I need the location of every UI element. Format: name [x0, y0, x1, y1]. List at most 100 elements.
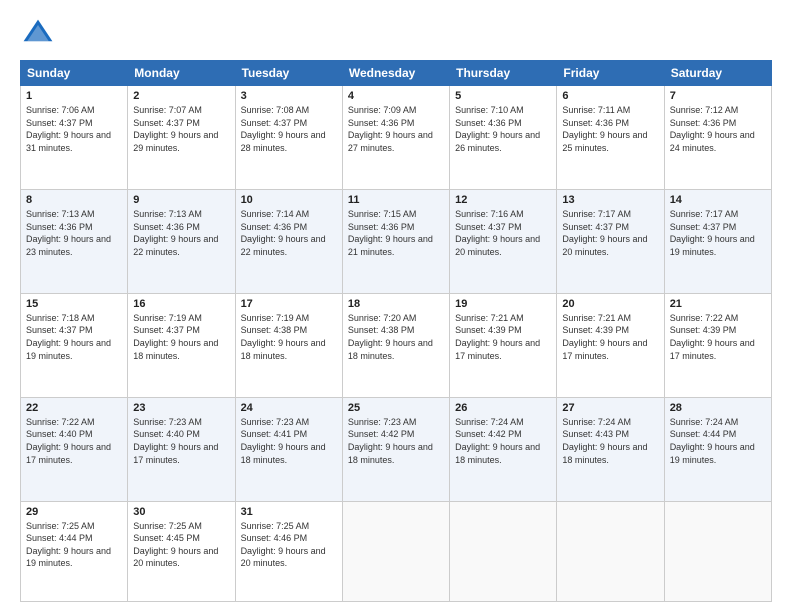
calendar-cell: 3 Sunrise: 7:08 AMSunset: 4:37 PMDaylight…	[235, 86, 342, 190]
day-info: Sunrise: 7:18 AMSunset: 4:37 PMDaylight:…	[26, 312, 122, 362]
calendar-cell: 4 Sunrise: 7:09 AMSunset: 4:36 PMDaylight…	[342, 86, 449, 190]
day-info: Sunrise: 7:19 AMSunset: 4:37 PMDaylight:…	[133, 312, 229, 362]
calendar-cell	[664, 501, 771, 601]
calendar-cell: 19 Sunrise: 7:21 AMSunset: 4:39 PMDayligh…	[450, 293, 557, 397]
day-info: Sunrise: 7:21 AMSunset: 4:39 PMDaylight:…	[455, 312, 551, 362]
logo-icon	[20, 16, 56, 52]
day-info: Sunrise: 7:13 AMSunset: 4:36 PMDaylight:…	[26, 208, 122, 258]
day-number: 12	[455, 194, 551, 206]
calendar-cell: 1 Sunrise: 7:06 AMSunset: 4:37 PMDaylight…	[21, 86, 128, 190]
logo	[20, 16, 60, 52]
day-number: 15	[26, 298, 122, 310]
day-info: Sunrise: 7:25 AMSunset: 4:44 PMDaylight:…	[26, 520, 122, 570]
calendar-cell: 20Sunrise: 7:21 AMSunset: 4:39 PMDayligh…	[557, 293, 664, 397]
day-info: Sunrise: 7:10 AMSunset: 4:36 PMDaylight:…	[455, 104, 551, 154]
weekday-header-thursday: Thursday	[450, 61, 557, 86]
day-info: Sunrise: 7:09 AMSunset: 4:36 PMDaylight:…	[348, 104, 444, 154]
day-info: Sunrise: 7:23 AMSunset: 4:42 PMDaylight:…	[348, 416, 444, 466]
day-number: 11	[348, 194, 444, 206]
day-info: Sunrise: 7:25 AMSunset: 4:46 PMDaylight:…	[241, 520, 337, 570]
day-number: 29	[26, 506, 122, 518]
calendar-cell: 18 Sunrise: 7:20 AMSunset: 4:38 PMDayligh…	[342, 293, 449, 397]
calendar-cell: 15 Sunrise: 7:18 AMSunset: 4:37 PMDayligh…	[21, 293, 128, 397]
calendar-week-3: 15 Sunrise: 7:18 AMSunset: 4:37 PMDayligh…	[21, 293, 772, 397]
calendar-cell: 28Sunrise: 7:24 AMSunset: 4:44 PMDayligh…	[664, 397, 771, 501]
calendar-cell: 8 Sunrise: 7:13 AMSunset: 4:36 PMDaylight…	[21, 189, 128, 293]
calendar-cell: 5 Sunrise: 7:10 AMSunset: 4:36 PMDaylight…	[450, 86, 557, 190]
calendar-cell: 24 Sunrise: 7:23 AMSunset: 4:41 PMDayligh…	[235, 397, 342, 501]
calendar-cell: 21Sunrise: 7:22 AMSunset: 4:39 PMDayligh…	[664, 293, 771, 397]
day-number: 14	[670, 194, 766, 206]
day-info: Sunrise: 7:23 AMSunset: 4:41 PMDaylight:…	[241, 416, 337, 466]
weekday-header-friday: Friday	[557, 61, 664, 86]
day-number: 31	[241, 506, 337, 518]
day-info: Sunrise: 7:06 AMSunset: 4:37 PMDaylight:…	[26, 104, 122, 154]
day-number: 9	[133, 194, 229, 206]
day-info: Sunrise: 7:11 AMSunset: 4:36 PMDaylight:…	[562, 104, 658, 154]
calendar-cell	[450, 501, 557, 601]
day-info: Sunrise: 7:15 AMSunset: 4:36 PMDaylight:…	[348, 208, 444, 258]
day-number: 13	[562, 194, 658, 206]
day-number: 3	[241, 90, 337, 102]
day-number: 10	[241, 194, 337, 206]
weekday-header-tuesday: Tuesday	[235, 61, 342, 86]
day-number: 7	[670, 90, 766, 102]
calendar-cell: 12 Sunrise: 7:16 AMSunset: 4:37 PMDayligh…	[450, 189, 557, 293]
calendar-week-5: 29 Sunrise: 7:25 AMSunset: 4:44 PMDayligh…	[21, 501, 772, 601]
calendar-cell: 17 Sunrise: 7:19 AMSunset: 4:38 PMDayligh…	[235, 293, 342, 397]
header	[20, 16, 772, 52]
calendar-cell: 9 Sunrise: 7:13 AMSunset: 4:36 PMDaylight…	[128, 189, 235, 293]
day-number: 5	[455, 90, 551, 102]
day-info: Sunrise: 7:16 AMSunset: 4:37 PMDaylight:…	[455, 208, 551, 258]
calendar-cell	[557, 501, 664, 601]
calendar-cell: 29 Sunrise: 7:25 AMSunset: 4:44 PMDayligh…	[21, 501, 128, 601]
weekday-header-row: SundayMondayTuesdayWednesdayThursdayFrid…	[21, 61, 772, 86]
day-info: Sunrise: 7:23 AMSunset: 4:40 PMDaylight:…	[133, 416, 229, 466]
day-number: 20	[562, 298, 658, 310]
day-number: 30	[133, 506, 229, 518]
calendar-week-4: 22Sunrise: 7:22 AMSunset: 4:40 PMDayligh…	[21, 397, 772, 501]
calendar-cell: 6 Sunrise: 7:11 AMSunset: 4:36 PMDaylight…	[557, 86, 664, 190]
day-info: Sunrise: 7:07 AMSunset: 4:37 PMDaylight:…	[133, 104, 229, 154]
calendar-cell: 11 Sunrise: 7:15 AMSunset: 4:36 PMDayligh…	[342, 189, 449, 293]
day-info: Sunrise: 7:17 AMSunset: 4:37 PMDaylight:…	[670, 208, 766, 258]
calendar-cell: 26Sunrise: 7:24 AMSunset: 4:42 PMDayligh…	[450, 397, 557, 501]
day-number: 6	[562, 90, 658, 102]
day-number: 18	[348, 298, 444, 310]
day-info: Sunrise: 7:20 AMSunset: 4:38 PMDaylight:…	[348, 312, 444, 362]
day-number: 23	[133, 402, 229, 414]
day-number: 2	[133, 90, 229, 102]
day-number: 24	[241, 402, 337, 414]
weekday-header-monday: Monday	[128, 61, 235, 86]
calendar-cell: 30Sunrise: 7:25 AMSunset: 4:45 PMDayligh…	[128, 501, 235, 601]
weekday-header-saturday: Saturday	[664, 61, 771, 86]
weekday-header-sunday: Sunday	[21, 61, 128, 86]
day-info: Sunrise: 7:13 AMSunset: 4:36 PMDaylight:…	[133, 208, 229, 258]
day-info: Sunrise: 7:17 AMSunset: 4:37 PMDaylight:…	[562, 208, 658, 258]
calendar-cell: 25Sunrise: 7:23 AMSunset: 4:42 PMDayligh…	[342, 397, 449, 501]
day-info: Sunrise: 7:24 AMSunset: 4:43 PMDaylight:…	[562, 416, 658, 466]
day-number: 17	[241, 298, 337, 310]
calendar-cell: 14 Sunrise: 7:17 AMSunset: 4:37 PMDayligh…	[664, 189, 771, 293]
page: SundayMondayTuesdayWednesdayThursdayFrid…	[0, 0, 792, 612]
calendar-cell: 23 Sunrise: 7:23 AMSunset: 4:40 PMDayligh…	[128, 397, 235, 501]
day-number: 1	[26, 90, 122, 102]
calendar: SundayMondayTuesdayWednesdayThursdayFrid…	[20, 60, 772, 602]
day-info: Sunrise: 7:14 AMSunset: 4:36 PMDaylight:…	[241, 208, 337, 258]
day-info: Sunrise: 7:12 AMSunset: 4:36 PMDaylight:…	[670, 104, 766, 154]
weekday-header-wednesday: Wednesday	[342, 61, 449, 86]
day-info: Sunrise: 7:08 AMSunset: 4:37 PMDaylight:…	[241, 104, 337, 154]
day-number: 22	[26, 402, 122, 414]
day-info: Sunrise: 7:19 AMSunset: 4:38 PMDaylight:…	[241, 312, 337, 362]
calendar-cell: 31 Sunrise: 7:25 AMSunset: 4:46 PMDayligh…	[235, 501, 342, 601]
day-number: 21	[670, 298, 766, 310]
calendar-cell: 10 Sunrise: 7:14 AMSunset: 4:36 PMDayligh…	[235, 189, 342, 293]
day-number: 28	[670, 402, 766, 414]
calendar-week-1: 1 Sunrise: 7:06 AMSunset: 4:37 PMDaylight…	[21, 86, 772, 190]
day-number: 4	[348, 90, 444, 102]
day-number: 26	[455, 402, 551, 414]
day-number: 8	[26, 194, 122, 206]
calendar-cell: 13 Sunrise: 7:17 AMSunset: 4:37 PMDayligh…	[557, 189, 664, 293]
calendar-cell: 7 Sunrise: 7:12 AMSunset: 4:36 PMDaylight…	[664, 86, 771, 190]
day-number: 19	[455, 298, 551, 310]
